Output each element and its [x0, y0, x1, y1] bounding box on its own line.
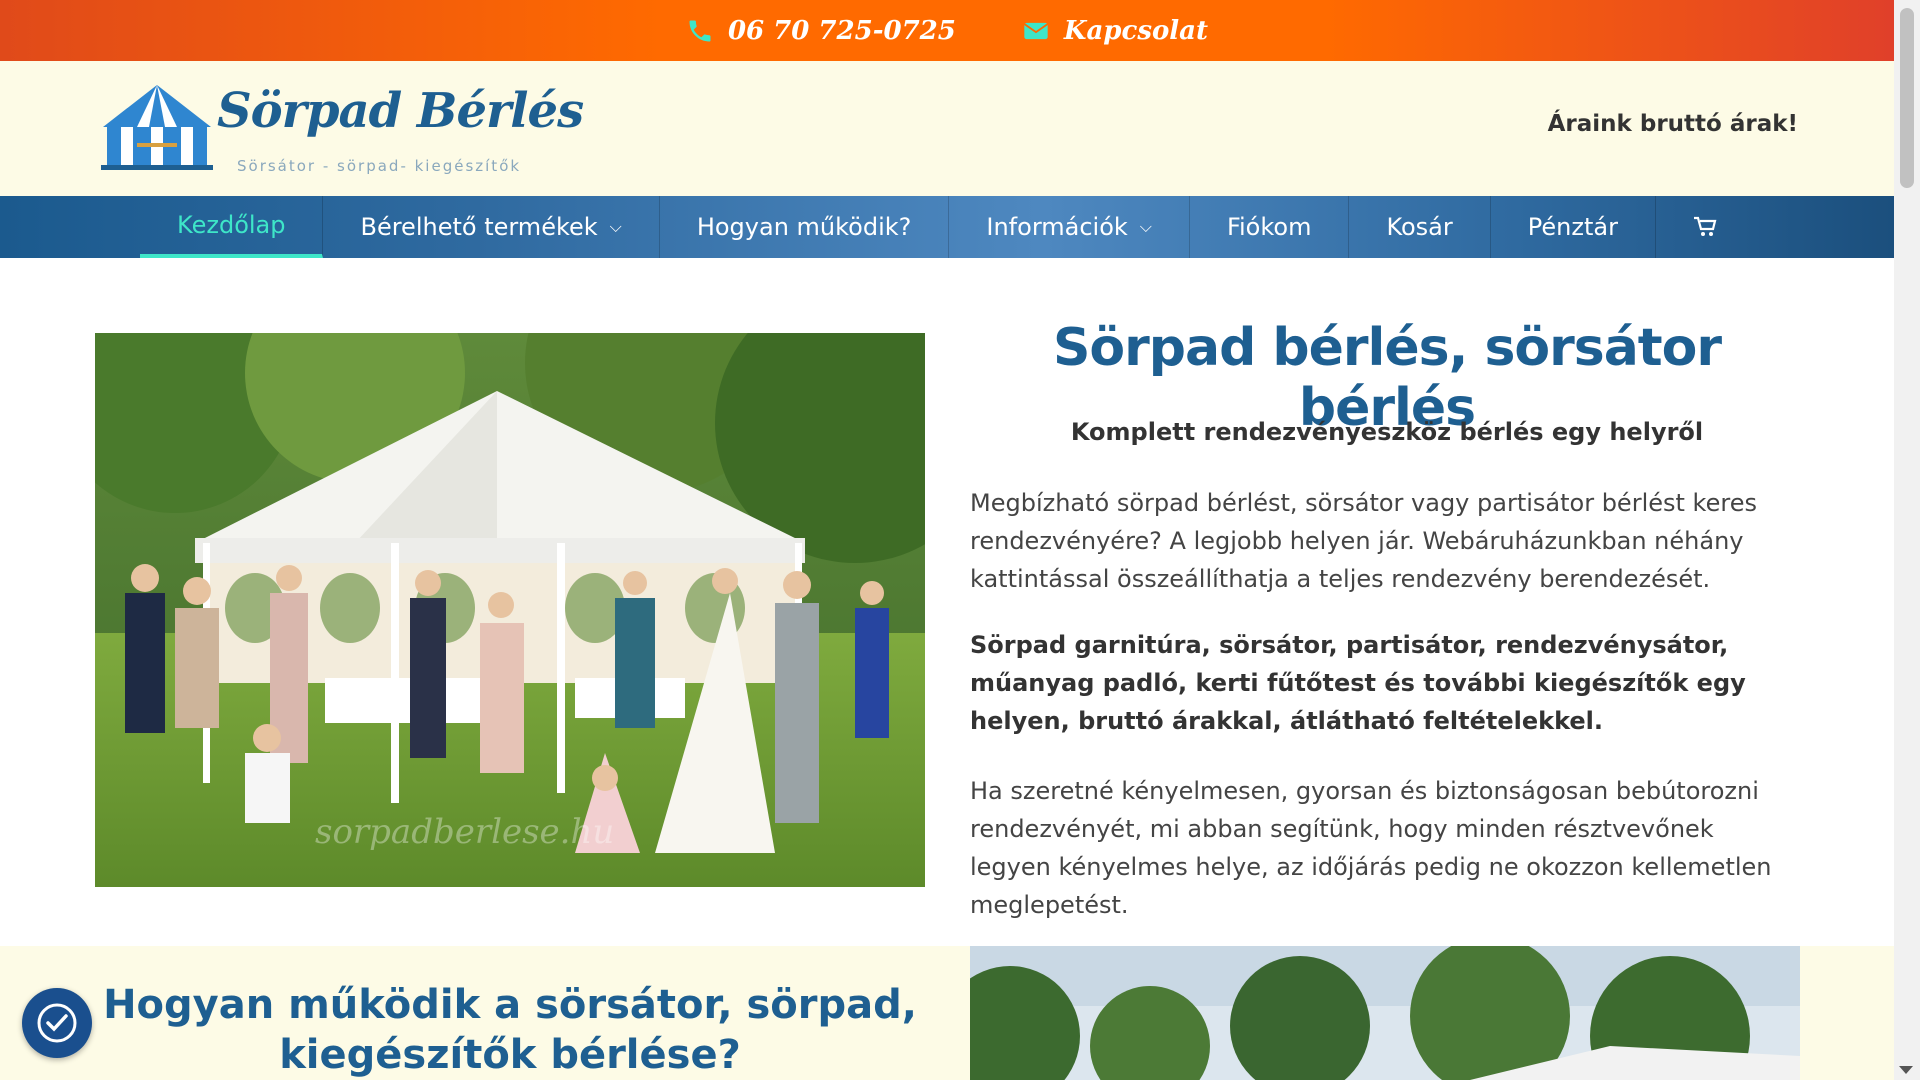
- main-navigation: Kezdőlap Bérelhető termékek ⌵ Hogyan műk…: [0, 196, 1894, 258]
- page-scrollbar[interactable]: [1894, 0, 1920, 1080]
- tent-logo-icon: [101, 85, 213, 170]
- products-paragraph: Sörpad garnitúra, sörsátor, partisátor, …: [970, 631, 1746, 735]
- nav-label: Bérelhető termékek: [360, 213, 598, 241]
- nav-item-checkout[interactable]: Pénztár: [1491, 196, 1656, 258]
- hero-image-tent-wedding: sorpadberlese.hu: [95, 333, 925, 887]
- phone-link[interactable]: 06 70 725-0725: [686, 16, 956, 46]
- contact-label: Kapcsolat: [1063, 15, 1209, 46]
- section-image-tent: [970, 946, 1800, 1080]
- page-subtitle: Komplett rendezvényeszköz bérlés egy hel…: [1070, 418, 1704, 446]
- scrollbar-thumb[interactable]: [1900, 8, 1914, 188]
- scroll-down-arrow-icon[interactable]: [1899, 1066, 1913, 1074]
- nav-item-information[interactable]: Információk ⌵: [949, 196, 1190, 258]
- nav-item-account[interactable]: Fiókom: [1190, 196, 1350, 258]
- chevron-down-icon: ⌵: [609, 217, 622, 236]
- how-it-works-section: Hogyan működik a sörsátor, sörpad, kiegé…: [0, 946, 1894, 1080]
- phone-number: 06 70 725-0725: [727, 15, 956, 46]
- image-watermark: sorpadberlese.hu: [315, 812, 614, 852]
- nav-label: Kosár: [1386, 213, 1453, 241]
- intro-paragraph: Megbízható sörpad bérlést, sörsátor vagy…: [970, 489, 1757, 593]
- nav-label: Kezdőlap: [177, 211, 286, 239]
- envelope-icon: [1023, 22, 1049, 39]
- chevron-down-icon: ⌵: [1139, 217, 1152, 236]
- nav-label: Fiókom: [1226, 213, 1312, 241]
- nav-label: Pénztár: [1527, 213, 1618, 241]
- gross-prices-note: Áraink bruttó árak!: [1547, 111, 1798, 137]
- benefits-paragraph: Ha szeretné kényelmesen, gyorsan és bizt…: [970, 777, 1772, 919]
- consent-check-icon: [37, 1003, 77, 1043]
- phone-icon: [689, 20, 711, 41]
- site-logo[interactable]: Sörpad Bérlés Sörsátor - sörpad- kiegész…: [97, 81, 584, 181]
- cookie-consent-button[interactable]: [22, 988, 92, 1058]
- cart-icon: [1693, 216, 1717, 236]
- nav-item-how-it-works[interactable]: Hogyan működik?: [660, 196, 950, 258]
- top-contact-bar: 06 70 725-0725 Kapcsolat: [0, 0, 1894, 61]
- nav-label: Hogyan működik?: [696, 213, 912, 241]
- nav-item-cart[interactable]: Kosár: [1349, 196, 1491, 258]
- nav-item-home[interactable]: Kezdőlap: [140, 196, 324, 258]
- site-header: Sörpad Bérlés Sörsátor - sörpad- kiegész…: [0, 61, 1894, 196]
- nav-label: Információk: [986, 213, 1128, 241]
- logo-title: Sörpad Bérlés: [217, 83, 584, 139]
- contact-link[interactable]: Kapcsolat: [1022, 16, 1208, 46]
- nav-item-rentable-products[interactable]: Bérelhető termékek ⌵: [323, 196, 660, 258]
- logo-subtitle: Sörsátor - sörpad- kiegészítők: [237, 157, 522, 175]
- nav-cart-icon-button[interactable]: [1656, 196, 1754, 258]
- section-title: Hogyan működik a sörsátor, sörpad, kiegé…: [103, 982, 917, 1078]
